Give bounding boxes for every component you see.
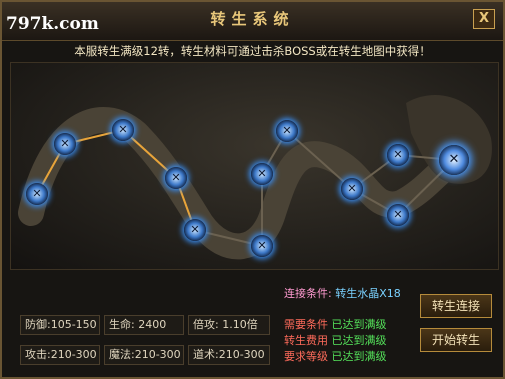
connect-button[interactable]: 转生连接 (420, 294, 492, 318)
node-4[interactable]: ✕ (165, 167, 187, 189)
info-panel: 连接条件: 转生水晶X18 防御:105-150 生命: 2400 倍攻: 1.… (10, 270, 497, 373)
start-reincarnation-button[interactable]: 开始转生 (420, 328, 492, 352)
node-5[interactable]: ✕ (184, 219, 206, 241)
dragon-stage: ✕ ✕ ✕ ✕ ✕ ✕ ✕ ✕ ✕ ✕ ✕ ✕ (10, 62, 499, 270)
node-3[interactable]: ✕ (112, 119, 134, 141)
requirement-label: 要求等级 (284, 350, 328, 363)
close-button[interactable]: X (473, 9, 495, 29)
connect-condition-label: 连接条件: (284, 287, 332, 300)
node-8[interactable]: ✕ (276, 120, 298, 142)
stat-taoism: 道术:210-300 (188, 345, 270, 365)
node-7[interactable]: ✕ (251, 163, 273, 185)
requirement-row-1: 需要条件 已达到满级 (284, 316, 387, 332)
stat-attack: 攻击:210-300 (20, 345, 100, 365)
requirement-value: 已达到满级 (331, 318, 387, 331)
connect-condition-value: 转生水晶X18 (335, 287, 401, 300)
requirement-label: 需要条件 (284, 318, 328, 331)
node-1[interactable]: ✕ (26, 183, 48, 205)
node-10[interactable]: ✕ (387, 144, 409, 166)
requirement-label: 转生费用 (284, 334, 328, 347)
requirement-value: 已达到满级 (331, 334, 387, 347)
node-6[interactable]: ✕ (251, 235, 273, 257)
stat-crit: 倍攻: 1.10倍 (188, 315, 270, 335)
notice-text: 本服转生满级12转，转生材料可通过击杀BOSS或在转生地图中获得！ (74, 44, 431, 58)
stat-defense: 防御:105-150 (20, 315, 100, 335)
title-bar[interactable]: 797k.com 转生系统 X (2, 2, 503, 41)
stat-magic: 魔法:210-300 (104, 345, 184, 365)
node-9[interactable]: ✕ (341, 178, 363, 200)
requirement-row-2: 转生费用 已达到满级 (284, 332, 387, 348)
node-12[interactable]: ✕ (439, 145, 469, 175)
window-title: 转生系统 (210, 10, 295, 28)
requirement-row-3: 要求等级 已达到满级 (284, 348, 387, 364)
node-2[interactable]: ✕ (54, 133, 76, 155)
connect-condition: 连接条件: 转生水晶X18 (284, 285, 401, 301)
dragon-body-shape (18, 107, 479, 260)
requirement-value: 已达到满级 (331, 350, 387, 363)
stat-life: 生命: 2400 (104, 315, 184, 335)
node-11[interactable]: ✕ (387, 204, 409, 226)
reincarnation-window: 797k.com 转生系统 X 本服转生满级12转，转生材料可通过击杀BOSS或… (0, 0, 505, 379)
